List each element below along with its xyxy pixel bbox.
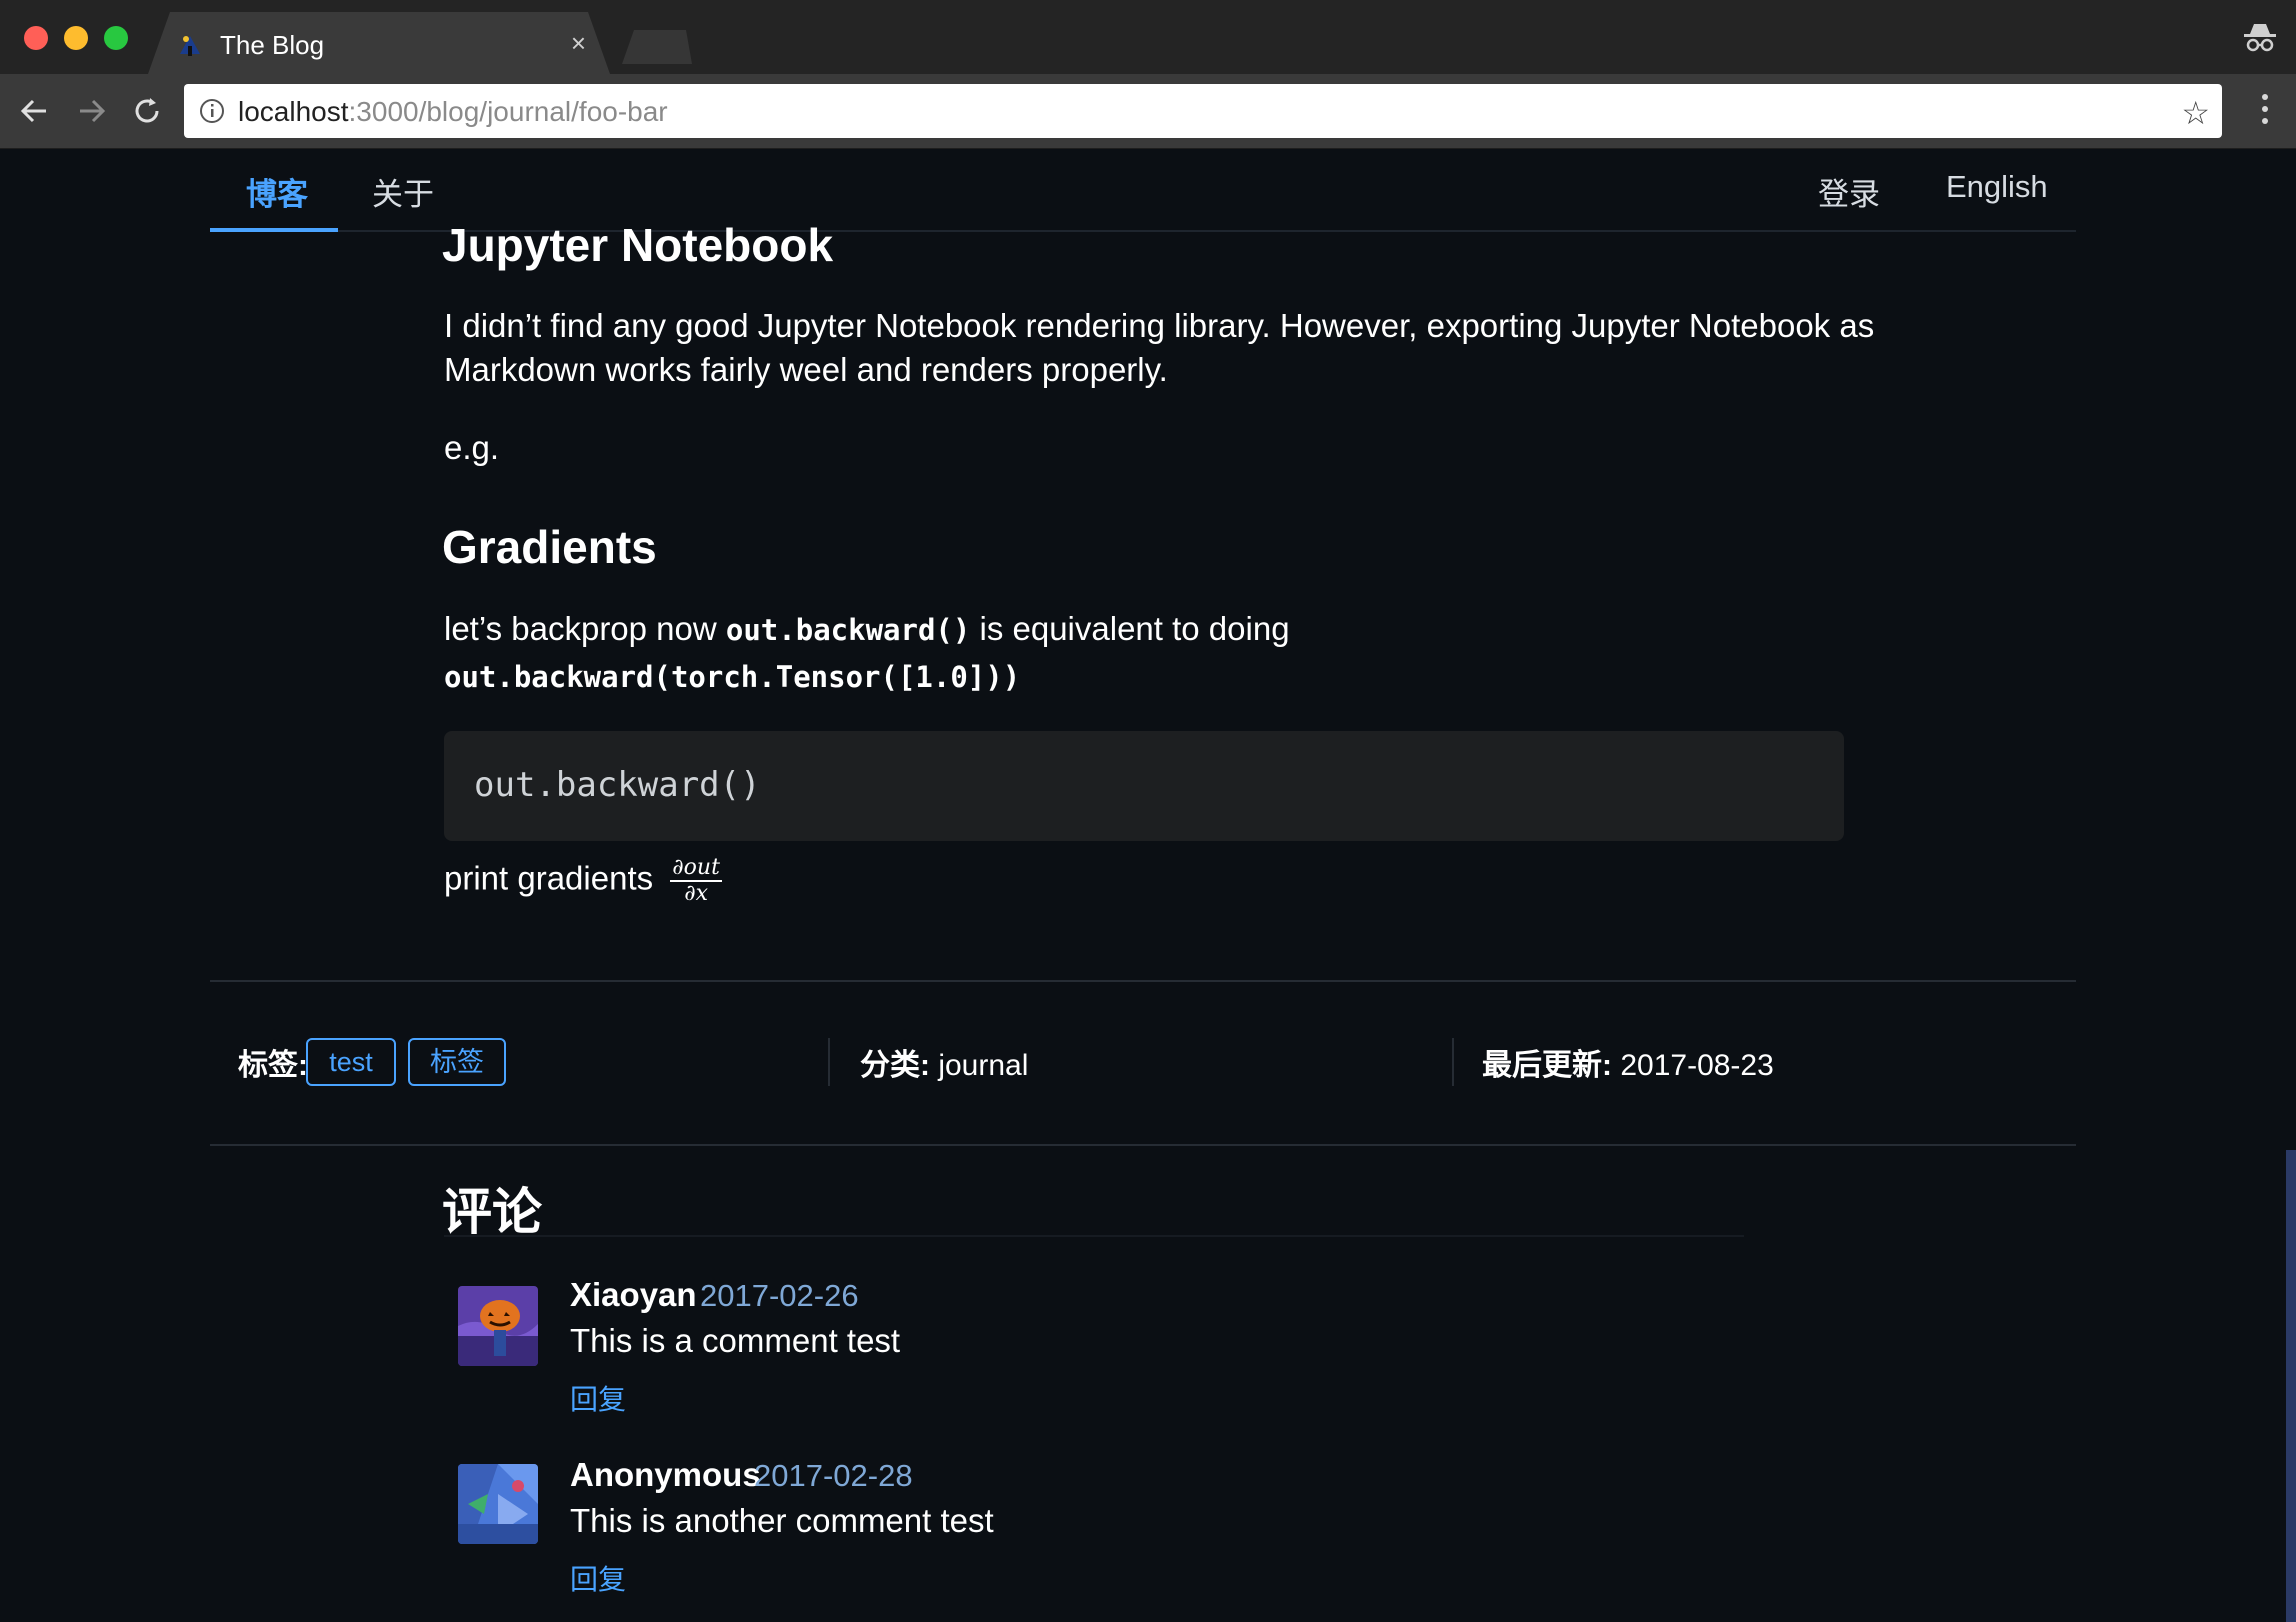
- nav-item-about[interactable]: 关于: [372, 169, 434, 214]
- print-gradients-text: print gradients: [444, 859, 654, 897]
- reply-link[interactable]: 回复: [570, 1378, 626, 1418]
- fraction-numerator: ∂out: [670, 855, 722, 882]
- updated-label: 最后更新:: [1482, 1049, 1612, 1082]
- language-switch[interactable]: English: [1946, 169, 2048, 205]
- paragraph-jupyter-line1: I didn’t find any good Jupyter Notebook …: [444, 307, 1875, 344]
- category-value[interactable]: journal: [930, 1049, 1028, 1082]
- reload-icon[interactable]: [128, 92, 166, 130]
- browser-toolbar: localhost:3000/blog/journal/foo-bar ☆: [0, 74, 2296, 149]
- incognito-icon: [2244, 24, 2276, 52]
- article-divider: [210, 980, 2076, 982]
- tab-title: The Blog: [220, 30, 325, 60]
- pumpkin-avatar-icon: [458, 1286, 538, 1366]
- reply-link[interactable]: 回复: [570, 1558, 626, 1598]
- new-tab-button[interactable]: [622, 30, 692, 64]
- code-block-text: out.backward(): [474, 765, 761, 805]
- url-path: :3000/blog/journal/foo-bar: [348, 96, 668, 127]
- login-link[interactable]: 登录: [1818, 169, 1880, 214]
- updated-info: 最后更新: 2017-08-23: [1482, 1040, 1774, 1084]
- site-navbar: 博客 关于 登录 English: [0, 149, 2296, 233]
- fraction-denominator: ∂x: [684, 881, 709, 906]
- geometric-avatar-icon: [458, 1464, 538, 1544]
- updated-value: 2017-08-23: [1612, 1049, 1774, 1082]
- browser-titlebar: The Blog ×: [0, 0, 2296, 74]
- comment-text: This is a comment test: [570, 1322, 901, 1359]
- backprop-text-post: is equivalent to doing: [970, 610, 1290, 647]
- back-arrow-icon[interactable]: [16, 92, 54, 130]
- nav-item-blog[interactable]: 博客: [246, 169, 308, 214]
- page-scrollbar[interactable]: [2286, 1150, 2296, 1622]
- meta-separator: [828, 1038, 830, 1086]
- bookmark-star-icon[interactable]: ☆: [2181, 94, 2210, 132]
- nav-active-indicator: [210, 228, 338, 232]
- avatar[interactable]: [458, 1464, 538, 1544]
- browser-tab-active[interactable]: The Blog ×: [148, 12, 610, 74]
- comment-text: This is another comment test: [570, 1502, 994, 1539]
- url-text: localhost:3000/blog/journal/foo-bar: [238, 96, 668, 128]
- tag-test[interactable]: test: [306, 1038, 396, 1086]
- backprop-text-pre: let’s backprop now: [444, 610, 726, 647]
- comment-author: Anonymous: [570, 1456, 761, 1493]
- blog-favicon-icon: [176, 30, 204, 58]
- maximize-window-button[interactable]: [104, 26, 128, 50]
- heading-gradients: Gradients: [442, 521, 657, 573]
- comment-date: 2017-02-26: [700, 1278, 859, 1313]
- category-info: 分类: journal: [860, 1040, 1028, 1084]
- paragraph-jupyter: I didn’t find any good Jupyter Notebook …: [444, 304, 1874, 392]
- forward-arrow-icon[interactable]: [72, 92, 110, 130]
- close-window-button[interactable]: [24, 26, 48, 50]
- comments-title: 评论: [442, 1184, 542, 1240]
- tags-label: 标签:: [238, 1049, 308, 1082]
- paragraph-jupyter-line2: Markdown works fairly weel and renders p…: [444, 351, 1168, 388]
- code-block: out.backward(): [444, 731, 1844, 841]
- tag-biaoqian[interactable]: 标签: [408, 1038, 506, 1086]
- browser-menu-icon[interactable]: [2260, 94, 2270, 130]
- info-icon[interactable]: [198, 97, 226, 125]
- comments-title-divider: [444, 1235, 1744, 1237]
- inline-code-backward-tensor: out.backward(torch.Tensor([1.0])): [444, 660, 1021, 694]
- meta-divider: [210, 1144, 2076, 1146]
- inline-code-backward: out.backward(): [725, 613, 971, 647]
- tab-close-icon[interactable]: ×: [571, 28, 586, 59]
- gradient-fraction: ∂out ∂x: [670, 856, 722, 906]
- minimize-window-button[interactable]: [64, 26, 88, 50]
- category-label: 分类:: [860, 1049, 930, 1082]
- comment-author: Xiaoyan: [570, 1276, 697, 1313]
- avatar[interactable]: [458, 1286, 538, 1366]
- meta-separator: [1452, 1038, 1454, 1086]
- comment-date: 2017-02-28: [754, 1458, 913, 1493]
- paragraph-print-gradients: print gradients ∂out ∂x: [444, 856, 722, 906]
- heading-jupyter-notebook: Jupyter Notebook: [442, 219, 834, 271]
- paragraph-backprop: let’s backprop now out.backward() is equ…: [444, 606, 1290, 700]
- url-host: localhost: [238, 96, 349, 127]
- address-bar[interactable]: localhost:3000/blog/journal/foo-bar ☆: [184, 84, 2222, 138]
- paragraph-eg: e.g.: [444, 429, 500, 466]
